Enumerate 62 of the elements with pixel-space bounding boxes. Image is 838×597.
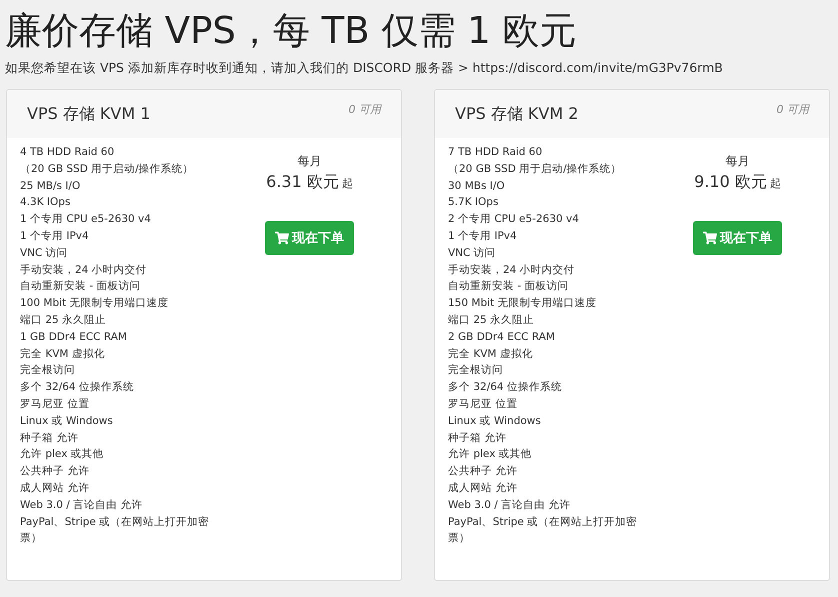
feature-item: 多个 32/64 位操作系统 [20, 380, 135, 396]
feature-item: 种子箱 允许 [20, 430, 80, 446]
feature-item: 手动安装，24 小时内交付 [448, 262, 576, 278]
feature-item: 150 Mbit 无限制专用端口速度 [448, 296, 598, 312]
availability-label: 0 可用 [348, 102, 381, 117]
plan-name: VPS 存储 KVM 2 [455, 104, 578, 125]
feature-item: PayPal、Stripe 或（在网站上打开加密票） [20, 514, 210, 546]
feature-item: 允许 plex 或其他 [448, 447, 533, 462]
feature-item: 1 个专用 CPU e5-2630 v4 [20, 212, 152, 228]
feature-item: 25 MB/s I/O [20, 178, 82, 194]
price-suffix: 起 [770, 176, 781, 191]
price: 9.10 欧元 [694, 172, 767, 193]
feature-item: 完全根访问 [448, 363, 504, 378]
feature-item: 多个 32/64 位操作系统 [448, 380, 563, 396]
billing-period: 每月 [298, 153, 322, 170]
feature-item: 自动重新安装 - 面板访问 [20, 279, 142, 294]
feature-item: 30 MBs I/O [448, 178, 506, 194]
plan-name: VPS 存储 KVM 1 [27, 104, 150, 125]
feature-item: 4 TB HDD Raid 60 [20, 145, 116, 160]
order-button[interactable]: 现在下单 [693, 221, 782, 255]
feature-item: Linux 或 Windows [20, 414, 114, 429]
feature-item: 公共种子 允许 [20, 464, 90, 480]
feature-item: 成人网站 允许 [448, 480, 518, 496]
feature-item: 7 TB HDD Raid 60 [448, 145, 544, 160]
feature-item: 端口 25 永久阻止 [448, 312, 536, 328]
order-button[interactable]: 现在下单 [265, 221, 354, 255]
feature-item: 1 GB DDr4 ECC RAM [20, 330, 128, 345]
feature-item: 1 个专用 IPv4 [448, 228, 518, 244]
feature-item: Web 3.0 / 言论自由 允许 [448, 498, 572, 513]
feature-item: 完全根访问 [20, 363, 76, 378]
feature-item: 自动重新安装 - 面板访问 [448, 279, 570, 294]
feature-item: 种子箱 允许 [448, 430, 508, 446]
discord-notice: 如果您希望在该 VPS 添加新库存时收到通知，请加入我们的 DISCORD 服务器 > https://discord.com/invite/mG3Pv76rmB [5, 60, 724, 77]
feature-item: 罗马尼亚 位置 [20, 396, 90, 412]
feature-item: 端口 25 永久阻止 [20, 312, 108, 328]
feature-item: 2 GB DDr4 ECC RAM [448, 330, 556, 345]
cart-icon [275, 231, 289, 245]
billing-period: 每月 [726, 153, 750, 170]
feature-item: 完全 KVM 虚拟化 [448, 346, 534, 362]
feature-item: VNC 访问 [20, 246, 69, 261]
feature-item: VNC 访问 [448, 246, 497, 261]
feature-item: 100 Mbit 无限制专用端口速度 [20, 296, 170, 312]
price: 6.31 欧元 [266, 172, 339, 193]
page-title: 廉价存储 VPS，每 TB 仅需 1 欧元 [5, 8, 578, 54]
feature-item: 罗马尼亚 位置 [448, 396, 518, 412]
feature-item: 2 个专用 CPU e5-2630 v4 [448, 212, 580, 228]
feature-item: 5.7K IOps [448, 195, 500, 210]
feature-item: 手动安装，24 小时内交付 [20, 262, 148, 278]
price-suffix: 起 [342, 176, 353, 191]
feature-item: 完全 KVM 虚拟化 [20, 346, 106, 362]
feature-item: （20 GB SSD 用于启动/操作系统） [20, 162, 195, 177]
availability-label: 0 可用 [776, 102, 809, 117]
feature-item: Linux 或 Windows [448, 414, 542, 429]
feature-item: 公共种子 允许 [448, 464, 518, 480]
feature-item: 1 个专用 IPv4 [20, 228, 90, 244]
feature-item: 允许 plex 或其他 [20, 447, 105, 462]
cart-icon [703, 231, 717, 245]
feature-item: （20 GB SSD 用于启动/操作系统） [448, 162, 623, 177]
feature-item: Web 3.0 / 言论自由 允许 [20, 498, 144, 513]
feature-item: 4.3K IOps [20, 195, 72, 210]
feature-item: PayPal、Stripe 或（在网站上打开加密票） [448, 514, 638, 546]
feature-item: 成人网站 允许 [20, 480, 90, 496]
